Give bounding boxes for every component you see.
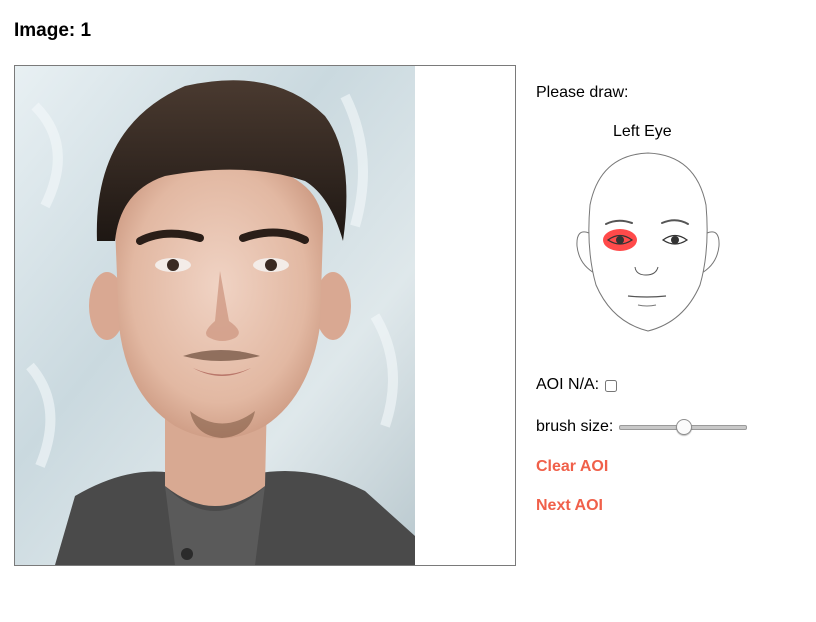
page-title: Image: 1 — [14, 20, 92, 41]
draw-prompt: Please draw: — [536, 84, 629, 101]
clear-aoi-button[interactable]: Clear AOI — [536, 458, 608, 476]
brush-size-label: brush size: — [536, 418, 614, 435]
next-aoi-button[interactable]: Next AOI — [536, 497, 603, 515]
drawing-canvas[interactable] — [14, 65, 516, 566]
aoi-na-label: AOI N/A: — [536, 376, 600, 393]
aoi-na-checkbox[interactable] — [605, 380, 618, 392]
face-outline-icon — [576, 152, 720, 332]
aoi-name-label: Left Eye — [613, 123, 672, 140]
face-photo[interactable] — [15, 66, 415, 565]
slider-thumb[interactable] — [676, 419, 693, 435]
brush-size-row: brush size: — [536, 418, 748, 436]
aoi-na-row: AOI N/A: — [536, 376, 618, 394]
brush-size-slider[interactable] — [619, 419, 748, 435]
